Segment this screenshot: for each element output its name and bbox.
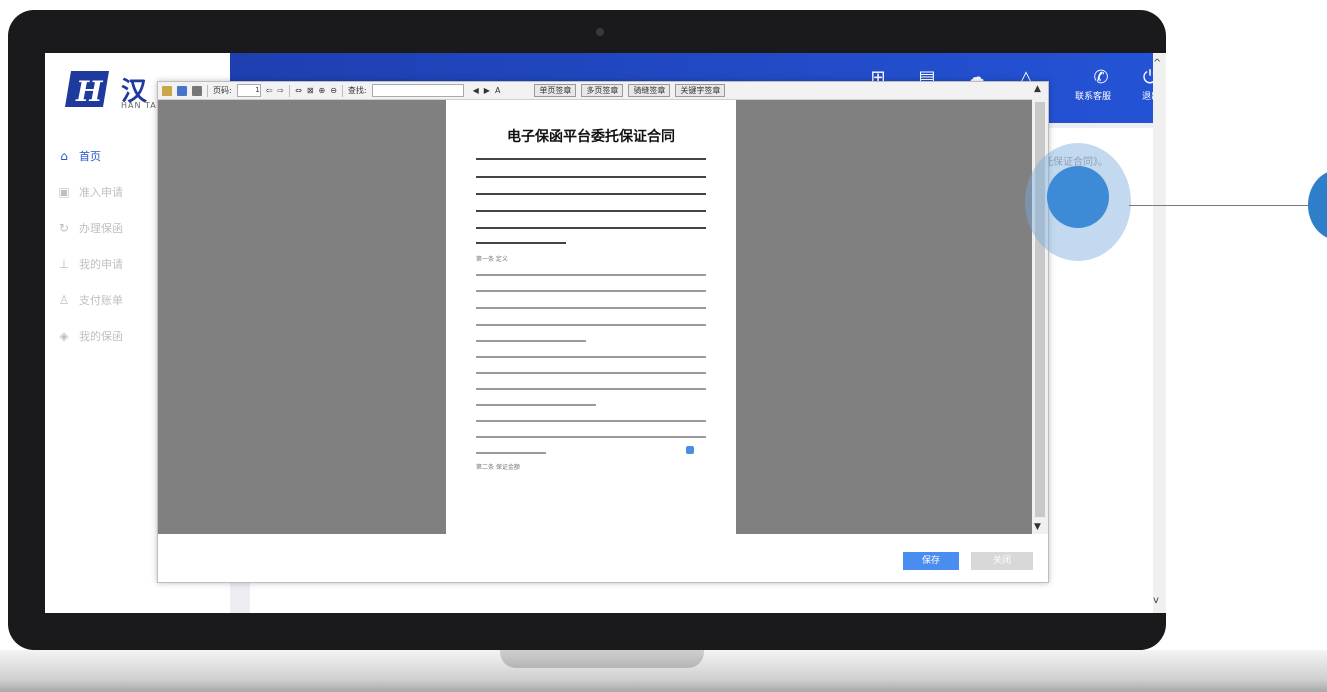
find-next-icon[interactable]: ▶ xyxy=(484,86,490,95)
find-input[interactable] xyxy=(371,84,464,97)
find-label: 查找: xyxy=(347,86,367,95)
toolbar-divider xyxy=(207,84,208,97)
document-icon: ▣ xyxy=(58,185,70,199)
sidebar-item-admission[interactable]: ▣ 准入申请 xyxy=(57,181,123,203)
zoom-in-icon[interactable]: ⊕ xyxy=(319,86,326,95)
open-icon[interactable] xyxy=(162,85,172,96)
callout-circle xyxy=(1308,170,1327,240)
fit-width-icon[interactable]: ⇔ xyxy=(295,86,302,95)
text-line xyxy=(476,388,706,390)
scroll-down-icon[interactable]: v xyxy=(1153,595,1159,606)
svg-text:H: H xyxy=(75,75,104,108)
sidebar-item-label: 我的申请 xyxy=(79,258,123,271)
stamp-icon: ⊥ xyxy=(58,257,70,271)
next-page-icon[interactable]: ⇨ xyxy=(277,86,284,95)
text-line xyxy=(476,227,706,229)
sidebar-item-label: 办理保函 xyxy=(79,222,123,235)
fit-page-icon[interactable]: ⊠ xyxy=(307,86,314,95)
save-icon[interactable] xyxy=(177,85,187,96)
text-line xyxy=(476,176,706,178)
home-icon: ⌂ xyxy=(60,149,68,163)
text-line xyxy=(476,290,706,292)
page-scrollbar[interactable] xyxy=(1153,53,1166,613)
single-page-sign-button[interactable]: 单页签章 xyxy=(534,84,577,97)
chevron-down-icon[interactable]: ▼ xyxy=(1034,522,1041,532)
sidebar-item-label: 支付账单 xyxy=(79,294,123,307)
text-line xyxy=(476,274,706,276)
laptop-notch xyxy=(500,650,704,668)
scroll-up-icon[interactable]: ^ xyxy=(1153,58,1161,69)
viewer-toolbar: 页码: 1 ⇦ ⇨ ⇔ ⊠ ⊕ ⊖ 查找: ◀ ▶ A 单页签章 多页签章 骑缝… xyxy=(158,82,1032,100)
toolbar-divider xyxy=(289,84,291,97)
chevron-up-icon[interactable]: ▲ xyxy=(1034,84,1041,94)
zoom-out-icon[interactable]: ⊖ xyxy=(330,86,337,95)
keyword-sign-button[interactable]: 关键字签章 xyxy=(675,84,726,97)
toolbar-divider xyxy=(341,84,343,97)
logo-subtitle: HAN TAI xyxy=(121,101,161,110)
document-title: 电子保函平台委托保证合同 xyxy=(507,129,675,145)
text-line xyxy=(476,193,706,195)
text-line xyxy=(476,436,706,438)
print-icon[interactable] xyxy=(192,85,202,96)
find-prev-icon[interactable]: ◀ xyxy=(473,86,479,95)
sidebar-item-label: 准入申请 xyxy=(79,186,123,199)
text-line xyxy=(476,307,706,309)
page-number-input[interactable]: 1 xyxy=(236,84,261,97)
section-heading: 第一条 定义 xyxy=(476,256,508,263)
refresh-icon: ↻ xyxy=(58,221,70,235)
text-line xyxy=(476,356,706,358)
text-line xyxy=(476,210,706,212)
multi-page-sign-button[interactable]: 多页签章 xyxy=(581,84,624,97)
user-icon: ♙ xyxy=(58,293,70,307)
pdf-viewer: 页码: 1 ⇦ ⇨ ⇔ ⊠ ⊕ ⊖ 查找: ◀ ▶ A 单页签章 多页签章 骑缝… xyxy=(158,82,1048,534)
callout-line xyxy=(1129,205,1315,206)
sidebar-item-my-applications[interactable]: ⊥ 我的申请 xyxy=(57,253,123,275)
text-line xyxy=(476,420,706,422)
font-size-icon[interactable]: A xyxy=(495,86,500,95)
text-line xyxy=(476,404,596,406)
text-line xyxy=(476,158,706,160)
webcam-icon xyxy=(596,28,604,36)
document-modal: 页码: 1 ⇦ ⇨ ⇔ ⊠ ⊕ ⊖ 查找: ◀ ▶ A 单页签章 多页签章 骑缝… xyxy=(157,81,1049,583)
phone-icon[interactable]: ✆ xyxy=(1086,67,1116,88)
prev-page-icon[interactable]: ⇦ xyxy=(266,86,273,95)
text-line xyxy=(476,372,706,374)
touch-indicator xyxy=(1047,166,1109,228)
contact-service-label[interactable]: 联系客服 xyxy=(1075,89,1111,102)
save-button[interactable]: 保存 xyxy=(903,552,959,570)
sidebar-item-label: 我的保函 xyxy=(79,330,123,343)
sidebar-item-payment[interactable]: ♙ 支付账单 xyxy=(57,289,123,311)
layers-icon: ◈ xyxy=(59,329,69,343)
text-line xyxy=(476,452,546,454)
page-label: 页码: xyxy=(213,86,232,95)
sidebar-item-my-guarantees[interactable]: ◈ 我的保函 xyxy=(57,325,123,347)
company-logo-icon: H xyxy=(65,71,109,108)
section-heading: 第二条 保证金额 xyxy=(476,464,520,471)
document-page: 电子保函平台委托保证合同 第一条 定义 第二条 保证金额 xyxy=(446,100,736,534)
app-screen: ⊞ ▤ ☁ △ ✆ 联系客服 ⏻ 退出 H 汉 HAN TAI 托保证合同》。 … xyxy=(45,53,1166,613)
text-line xyxy=(476,340,586,342)
close-button[interactable]: 关闭 xyxy=(971,552,1033,570)
seam-sign-button[interactable]: 骑缝签章 xyxy=(628,84,671,97)
signature-marker-icon[interactable] xyxy=(686,446,694,454)
text-line xyxy=(476,324,706,326)
text-line xyxy=(476,242,566,244)
sidebar-item-label: 首页 xyxy=(79,150,101,163)
sidebar-item-home[interactable]: ⌂ 首页 xyxy=(57,145,101,167)
sidebar-item-handle-guarantee[interactable]: ↻ 办理保函 xyxy=(57,217,123,239)
